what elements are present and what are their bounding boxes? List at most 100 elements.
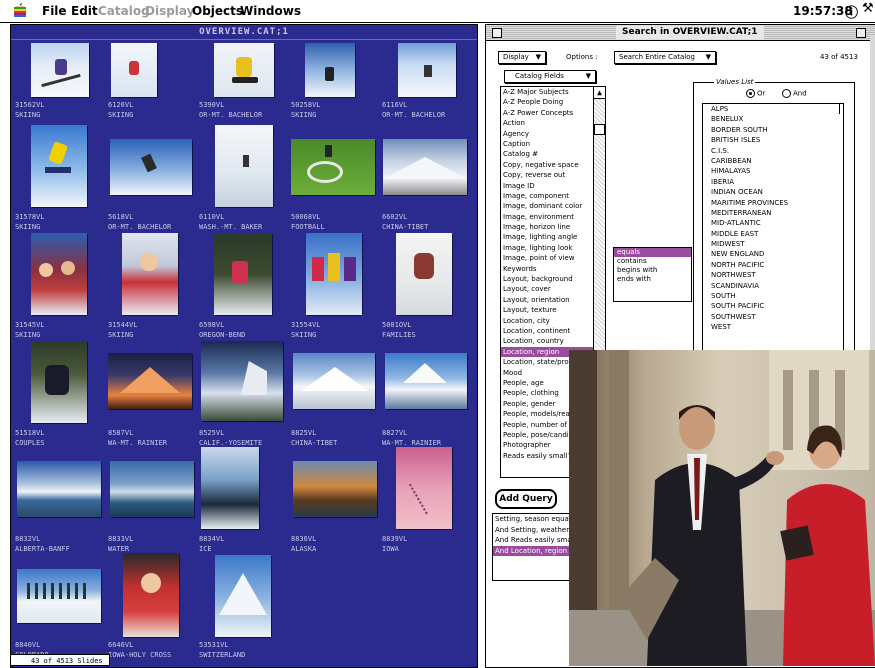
field-list-item[interactable]: A-Z Power Concepts <box>501 108 593 118</box>
field-list-item[interactable]: Keywords <box>501 264 593 274</box>
thumbnail-5618VL[interactable] <box>110 139 192 195</box>
field-list-item[interactable]: Location, continent <box>501 326 593 336</box>
field-list-item[interactable]: Image ID <box>501 181 593 191</box>
thumbnail-53531VL[interactable] <box>215 555 271 637</box>
scroll-thumb[interactable] <box>594 124 605 135</box>
thumbnail-31544VL[interactable] <box>122 233 178 315</box>
operator-item[interactable]: begins with <box>614 266 691 275</box>
thumbnail-6602VL[interactable] <box>383 139 467 195</box>
thumbnail-31578VL[interactable] <box>31 125 87 207</box>
field-list-item[interactable]: Image, lighting look <box>501 243 593 253</box>
field-list-item[interactable]: Layout, background <box>501 274 593 284</box>
thumbnail-8839VL[interactable] <box>396 447 452 529</box>
field-list-item[interactable]: Image, horizon line <box>501 222 593 232</box>
field-list-item[interactable]: Image, component <box>501 191 593 201</box>
thumbnail-8840VL[interactable] <box>17 569 101 623</box>
application-menu-icon[interactable]: ⚒ <box>862 1 874 16</box>
field-list-item[interactable]: Layout, orientation <box>501 295 593 305</box>
search-window-titlebar[interactable]: Search in OVERVIEW.CAT;1 <box>486 25 875 41</box>
query-item[interactable]: And Setting, weather <box>493 525 573 536</box>
thumbnail-8525VL[interactable] <box>201 341 283 421</box>
values-list-item[interactable]: SOUTH <box>707 291 843 301</box>
query-list[interactable]: Setting, season equal And Setting, weathe… <box>492 513 574 581</box>
values-list-item[interactable]: INDIAN OCEAN <box>707 187 843 197</box>
thumbnail-50068VL[interactable] <box>291 139 375 195</box>
field-list-item[interactable]: Copy, reverse out <box>501 170 593 180</box>
values-list-item[interactable]: SOUTH PACIFIC <box>707 301 843 311</box>
thumbnail-31554VL[interactable] <box>306 233 362 315</box>
thumbnail-8825VL[interactable] <box>293 353 375 409</box>
query-item[interactable]: And Reads easily sma <box>493 535 573 546</box>
thumbnail-6126VL[interactable] <box>111 43 157 97</box>
thumbnail-6646VL[interactable] <box>123 553 179 637</box>
field-list-item[interactable]: Action <box>501 118 593 128</box>
add-query-button[interactable]: Add Query <box>495 489 557 509</box>
options-popup[interactable]: Search Entire Catalog ▼ <box>614 51 716 64</box>
thumbnail-8587VL[interactable] <box>108 353 192 409</box>
values-list-item[interactable]: WEST <box>707 322 843 332</box>
field-list-item[interactable]: Catalog # <box>501 149 593 159</box>
values-list-item[interactable]: C.I.S. <box>707 146 843 156</box>
values-list-item[interactable]: ALPS <box>707 104 843 114</box>
values-list-item[interactable]: MARITIME PROVINCES <box>707 198 843 208</box>
values-list-item[interactable]: NORTHWEST <box>707 270 843 280</box>
catalog-fields-popup[interactable]: Catalog Fields ▼ <box>504 70 596 83</box>
field-list-item[interactable]: Image, dominant color <box>501 201 593 211</box>
thumbnail-5390VL[interactable] <box>214 43 274 97</box>
thumbnail-6110VL[interactable] <box>215 125 273 207</box>
menu-windows[interactable]: Windows <box>240 4 301 18</box>
field-list-item[interactable]: Location, country <box>501 336 593 346</box>
thumbnail-8827VL[interactable] <box>385 353 467 409</box>
apple-menu-icon[interactable] <box>14 3 26 20</box>
thumbnail-8834VL[interactable] <box>201 447 259 529</box>
query-item[interactable]: And Location, region <box>493 545 573 556</box>
thumbnail-6116VL[interactable] <box>398 43 456 97</box>
field-list-item[interactable]: Caption <box>501 139 593 149</box>
values-list-item[interactable]: NEW ENGLAND <box>707 249 843 259</box>
values-list-item[interactable]: BRITISH ISLES <box>707 135 843 145</box>
close-box-icon[interactable] <box>492 28 502 38</box>
radio-and[interactable]: And <box>782 89 807 98</box>
values-list-item[interactable]: SCANDINAVIA <box>707 281 843 291</box>
values-list-item[interactable]: MEDITERRANEAN <box>707 208 843 218</box>
thumbnail-8836VL[interactable] <box>293 461 377 517</box>
catalog-window-titlebar[interactable]: OVERVIEW.CAT;1 <box>11 25 477 40</box>
values-list-item[interactable]: CARIBBEAN <box>707 156 843 166</box>
thumbnail-31562VL[interactable] <box>31 43 89 97</box>
field-list-item[interactable]: Layout, texture <box>501 305 593 315</box>
field-list-item[interactable]: Image, point of view <box>501 253 593 263</box>
radio-or[interactable]: Or <box>746 89 765 98</box>
field-list-item[interactable]: Location, city <box>501 316 593 326</box>
thumbnail-8832VL[interactable] <box>17 461 101 517</box>
values-list-item[interactable]: BENELUX <box>707 114 843 124</box>
values-list-item[interactable]: MID-ATLANTIC <box>707 218 843 228</box>
values-list-item[interactable]: NORTH PACIFIC <box>707 260 843 270</box>
field-list-item[interactable]: A-Z People Doing <box>501 97 593 107</box>
thumbnail-5001OVL[interactable] <box>396 233 452 315</box>
scroll-up-arrow-icon[interactable]: ▲ <box>594 87 605 99</box>
menu-edit[interactable]: Edit <box>71 4 98 18</box>
field-list-item[interactable]: Agency <box>501 129 593 139</box>
query-item[interactable]: Setting, season equal <box>493 514 573 525</box>
field-list-item[interactable]: Layout, cover <box>501 284 593 294</box>
operator-item[interactable]: contains <box>614 257 691 266</box>
thumbnail-50258VL[interactable] <box>305 43 355 97</box>
values-list-item[interactable]: HIMALAYAS <box>707 166 843 176</box>
zoom-box-icon[interactable] <box>856 28 866 38</box>
thumbnail-51518VL[interactable] <box>31 341 87 423</box>
operator-list[interactable]: equals contains begins with ends with <box>613 247 692 302</box>
thumbnail-31545VL[interactable] <box>31 233 87 315</box>
menu-file[interactable]: File <box>42 4 67 18</box>
field-list-item[interactable]: Image, lighting angle <box>501 232 593 242</box>
field-list-item[interactable]: Copy, negative space <box>501 160 593 170</box>
values-list-item[interactable]: MIDDLE EAST <box>707 229 843 239</box>
values-list-item[interactable]: IBERIA <box>707 177 843 187</box>
field-list-item[interactable]: A-Z Major Subjects <box>501 87 593 97</box>
menu-objects[interactable]: Objects <box>192 4 243 18</box>
display-popup[interactable]: Display ▼ <box>498 51 546 64</box>
values-list-item[interactable]: BORDER SOUTH <box>707 125 843 135</box>
thumbnail-6598VL[interactable] <box>214 233 272 315</box>
thumbnail-8833VL[interactable] <box>110 461 194 517</box>
values-list-scrollbar[interactable] <box>839 104 843 115</box>
operator-item[interactable]: equals <box>614 248 691 257</box>
